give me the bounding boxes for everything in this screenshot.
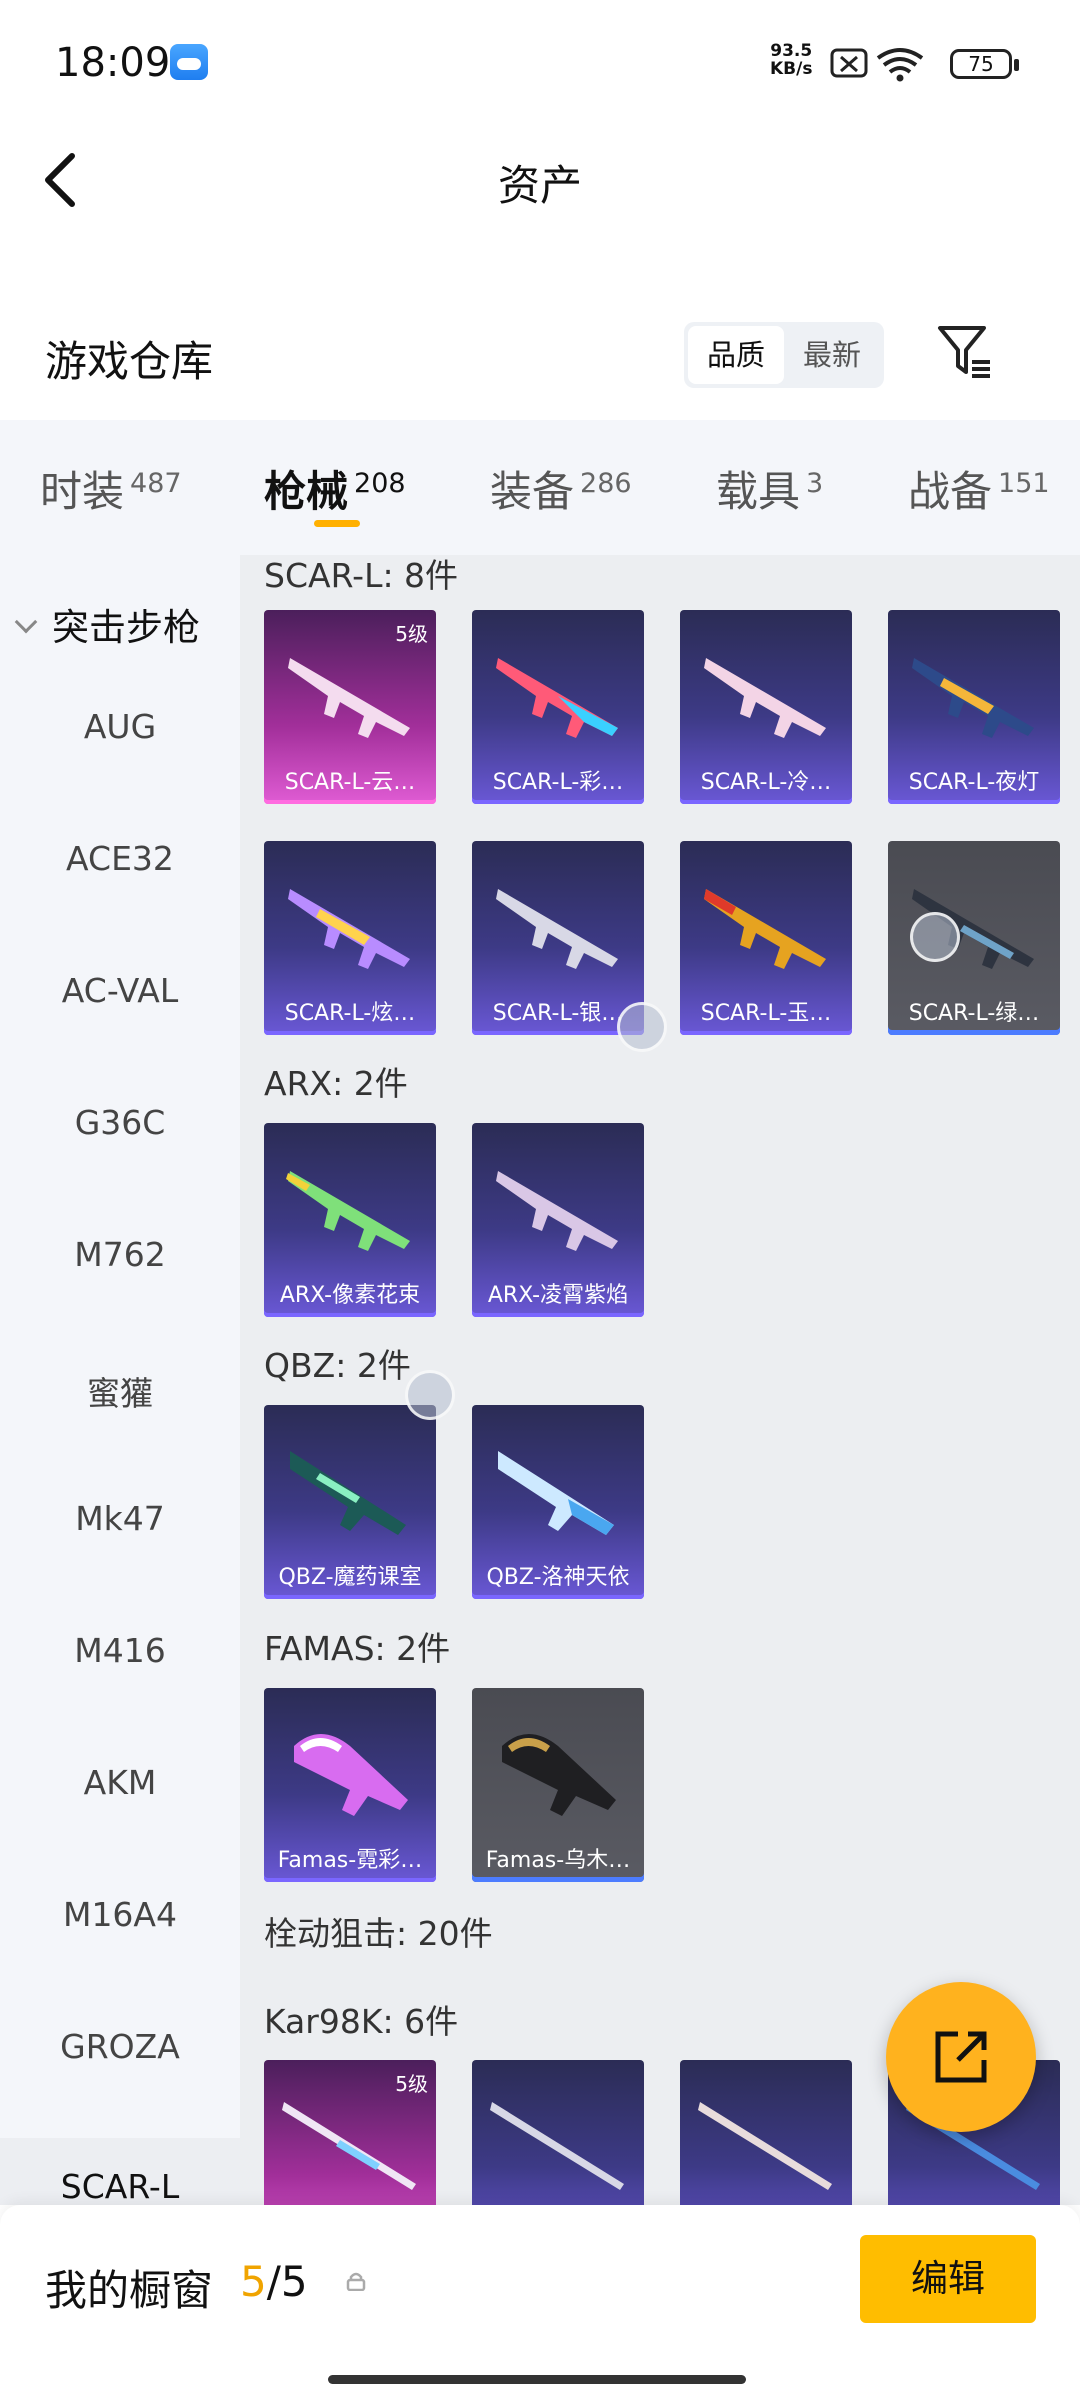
- weapon-card[interactable]: SCAR-L-炫…: [264, 841, 436, 1035]
- rifle-icon: [704, 889, 826, 969]
- status-time: 18:09: [55, 40, 171, 86]
- weapon-card[interactable]: 5级 SCAR-L-云…: [264, 610, 436, 804]
- weapon-card[interactable]: [472, 2060, 644, 2205]
- rifle-icon: [288, 658, 410, 738]
- group-title-kar98k: Kar98K: 6件: [264, 2002, 459, 2041]
- sidebar-item-aug[interactable]: AUG: [0, 707, 240, 746]
- weapon-card[interactable]: 5级: [264, 2060, 436, 2205]
- rifle-icon: [496, 658, 618, 738]
- sidebar-item-scar-l[interactable]: SCAR-L: [0, 2167, 240, 2205]
- weapon-sidebar: 突击步枪 AUG ACE32 AC-VAL G36C M762 蜜獾 Mk47 …: [0, 555, 240, 2205]
- sniper-rifle-icon: [698, 2102, 832, 2190]
- weapon-card[interactable]: QBZ-魔药课室: [264, 1405, 436, 1599]
- group-title-famas: FAMAS: 2件: [264, 1629, 451, 1668]
- active-tab-indicator: [314, 520, 360, 527]
- sidebar-item-m16a4[interactable]: M16A4: [0, 1895, 240, 1934]
- rifle-icon: [912, 658, 1034, 738]
- sort-quality-button[interactable]: 品质: [688, 326, 784, 384]
- weapon-card[interactable]: QBZ-洛神天依: [472, 1405, 644, 1599]
- sidebar-item-ac-val[interactable]: AC-VAL: [0, 971, 240, 1010]
- weather-icon: [170, 44, 208, 80]
- my-showcase-label: 我的橱窗: [45, 2266, 214, 2315]
- rifle-icon: [290, 1451, 406, 1535]
- weapon-card[interactable]: [680, 2060, 852, 2205]
- chevron-down-icon: [14, 610, 38, 634]
- tab-vehicles[interactable]: 载具 3: [716, 458, 823, 519]
- sidebar-item-mk47[interactable]: Mk47: [0, 1499, 240, 1538]
- share-icon: [935, 2031, 987, 2083]
- sidebar-item-akm[interactable]: AKM: [0, 1763, 240, 1802]
- group-title-scar-l: SCAR-L: 8件: [264, 556, 459, 595]
- sidebar-item-honey-badger[interactable]: 蜜獾: [0, 1367, 240, 1415]
- page-title: 资产: [497, 161, 582, 210]
- tab-equipment[interactable]: 装备 286: [490, 458, 632, 519]
- rifle-icon: [502, 1734, 616, 1816]
- signal-wifi-icon: [830, 48, 924, 82]
- weapon-grid: SCAR-L: 8件 5级 SCAR-L-云… SCAR-L-彩… SCAR-L…: [240, 555, 1080, 2205]
- rifle-icon: [496, 889, 618, 969]
- sort-newest-button[interactable]: 最新: [784, 326, 880, 384]
- touch-indicator: [910, 912, 960, 962]
- weapon-card[interactable]: SCAR-L-夜灯: [888, 610, 1060, 804]
- weapon-card[interactable]: Famas-霓彩…: [264, 1688, 436, 1882]
- tab-supplies[interactable]: 战备 151: [908, 458, 1050, 519]
- rifle-icon: [286, 1171, 410, 1251]
- sidebar-category-assault-rifle[interactable]: 突击步枪: [14, 597, 200, 651]
- warehouse-title: 游戏仓库: [45, 337, 214, 386]
- battery-indicator: 75: [950, 49, 1019, 79]
- rifle-icon: [498, 1451, 614, 1535]
- group-title-qbz: QBZ: 2件: [264, 1346, 411, 1385]
- group-title-arx: ARX: 2件: [264, 1064, 408, 1103]
- rifle-icon: [294, 1734, 408, 1816]
- sidebar-item-ace32[interactable]: ACE32: [0, 839, 240, 878]
- tab-outfit[interactable]: 时装 487: [40, 458, 182, 519]
- weapon-card[interactable]: SCAR-L-玉…: [680, 841, 852, 1035]
- status-bar: 18:09 93.5 KB/s 75: [0, 0, 1080, 128]
- weapon-card[interactable]: SCAR-L-彩…: [472, 610, 644, 804]
- filter-icon[interactable]: [936, 322, 992, 380]
- touch-indicator: [405, 1370, 455, 1420]
- weapon-card[interactable]: SCAR-L-冷…: [680, 610, 852, 804]
- sniper-rifle-icon: [282, 2102, 416, 2190]
- edit-button[interactable]: 编辑: [860, 2235, 1036, 2323]
- rifle-icon: [704, 658, 826, 738]
- weapon-card[interactable]: ARX-像素花束: [264, 1123, 436, 1317]
- showcase-count: 5/5: [240, 2257, 308, 2306]
- weapon-card[interactable]: SCAR-L-银…: [472, 841, 644, 1035]
- lock-icon: [346, 2272, 366, 2291]
- sniper-rifle-icon: [490, 2102, 624, 2190]
- group-title-bolt-action: 栓动狙击: 20件: [264, 1914, 493, 1953]
- weapon-card[interactable]: ARX-凌霄紫焰: [472, 1123, 644, 1317]
- bottom-bar: 我的橱窗 5/5 编辑: [0, 2205, 1080, 2400]
- rifle-icon: [288, 889, 410, 969]
- weapon-card[interactable]: Famas-乌木…: [472, 1688, 644, 1882]
- home-indicator[interactable]: [328, 2375, 746, 2384]
- share-button[interactable]: [886, 1982, 1036, 2132]
- category-tabs: 时装 487 枪械 208 装备 286 载具 3 战备 151: [0, 420, 1080, 555]
- touch-indicator: [617, 1002, 667, 1052]
- rifle-icon: [496, 1171, 618, 1251]
- tab-weapons[interactable]: 枪械 208: [264, 458, 406, 519]
- sidebar-item-m762[interactable]: M762: [0, 1235, 240, 1274]
- net-speed: 93.5 KB/s: [770, 41, 813, 79]
- sort-toggle: 品质 最新: [684, 322, 884, 388]
- sidebar-item-g36c[interactable]: G36C: [0, 1103, 240, 1142]
- sidebar-item-groza[interactable]: GROZA: [0, 2027, 240, 2066]
- sidebar-item-m416[interactable]: M416: [0, 1631, 240, 1670]
